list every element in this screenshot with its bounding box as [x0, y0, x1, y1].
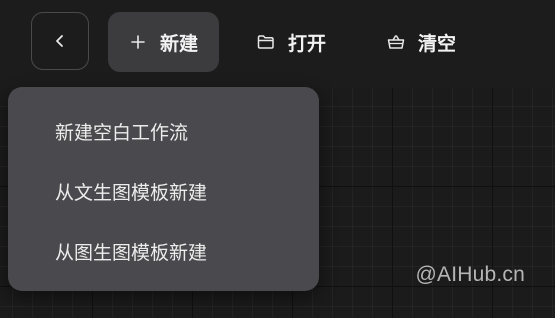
new-dropdown-menu: 新建空白工作流 从文生图模板新建 从图生图模板新建 [8, 87, 319, 291]
clear-button-label: 清空 [418, 32, 457, 55]
menu-item-new-from-img2img-template[interactable]: 从图生图模板新建 [8, 221, 319, 281]
plus-icon [128, 32, 148, 52]
folder-icon [256, 32, 276, 52]
open-button-label: 打开 [288, 32, 327, 55]
basket-icon [386, 32, 406, 52]
menu-item-new-blank-workflow[interactable]: 新建空白工作流 [8, 101, 319, 161]
menu-item-label: 新建空白工作流 [55, 121, 189, 144]
top-toolbar: 新建 打开 清空 [0, 0, 555, 88]
clear-button[interactable]: 清空 [374, 12, 456, 72]
app-window: 新建 打开 清空 新建空白工作流 从文生图模板新建 从图生图模板新建 @AIHu… [0, 0, 555, 318]
menu-item-label: 从文生图模板新建 [55, 181, 208, 204]
new-button[interactable]: 新建 [108, 12, 219, 72]
new-button-label: 新建 [160, 32, 199, 55]
back-button[interactable] [31, 12, 89, 70]
menu-item-new-from-txt2img-template[interactable]: 从文生图模板新建 [8, 161, 319, 221]
menu-item-label: 从图生图模板新建 [55, 241, 208, 264]
watermark-text: @AIHub.cn [415, 263, 525, 286]
open-button[interactable]: 打开 [244, 12, 326, 72]
chevron-left-icon [53, 34, 67, 48]
